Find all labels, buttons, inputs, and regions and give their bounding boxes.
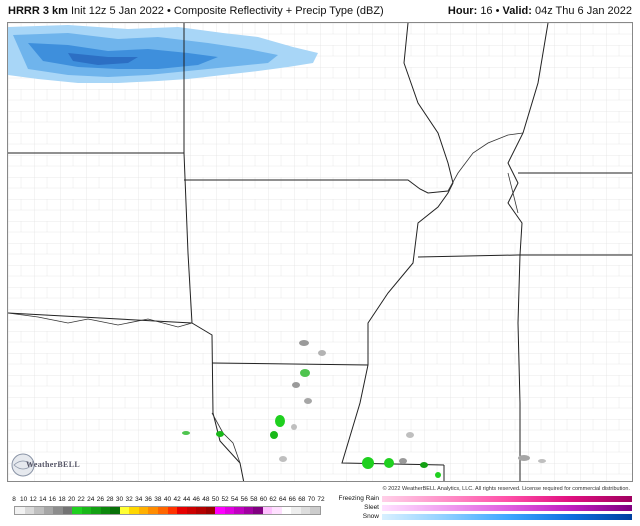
legend-tick: 18 <box>58 496 66 503</box>
map-canvas <box>8 23 632 481</box>
copyright-notice: © 2022 WeatherBELL Analytics, LLC. All r… <box>382 486 630 492</box>
legend-swatch <box>148 507 158 514</box>
legend-swatch <box>53 507 63 514</box>
legend-tick: 16 <box>48 496 56 503</box>
weatherbell-logo: WeatherBELL <box>10 452 80 478</box>
header-bar: HRRR 3 km Init 12z 5 Jan 2022 • Composit… <box>0 0 640 22</box>
legend-swatch <box>281 507 292 514</box>
precip-type-row: Snow <box>330 513 634 521</box>
legend-tick: 64 <box>279 496 287 503</box>
legend-tick: 34 <box>135 496 143 503</box>
legend-tick: 62 <box>269 496 277 503</box>
legend-swatch <box>262 507 273 514</box>
legend-swatch <box>119 507 130 514</box>
legend-swatch <box>91 507 101 514</box>
legend-swatch <box>186 507 197 514</box>
legend-swatch <box>43 507 54 514</box>
legend-swatch <box>72 507 82 514</box>
precip-type-label: Sleet <box>364 504 379 511</box>
legend-tick: 72 <box>317 496 325 503</box>
legend-tick: 54 <box>231 496 239 503</box>
legend-swatch <box>62 507 73 514</box>
precip-type-legend: Freezing Rain Sleet Snow <box>330 495 634 525</box>
precip-type-color-bar <box>382 514 632 520</box>
legend-tick: 38 <box>154 496 162 503</box>
legend-swatch <box>205 507 216 514</box>
legend-swatch <box>110 507 120 514</box>
legend-tick: 24 <box>87 496 95 503</box>
legend-swatch <box>224 507 235 514</box>
legend-tick: 68 <box>298 496 306 503</box>
separator: • <box>495 5 500 17</box>
legend: 8 10 12 14 16 18 20 22 24 26 28 30 32 34 36 38 40 42 44 46 4… <box>0 494 640 526</box>
legend-tick: 48 <box>202 496 210 503</box>
legend-tick: 40 <box>163 496 172 503</box>
legend-tick: 28 <box>106 496 114 503</box>
legend-swatch <box>157 507 168 514</box>
legend-tick: 52 <box>221 496 229 503</box>
model-name: HRRR 3 km <box>8 5 68 17</box>
legend-tick: 8 <box>12 496 16 503</box>
valid-time: 04z Thu 6 Jan 2022 <box>534 5 632 17</box>
legend-swatch <box>310 507 320 514</box>
legend-tick: 32 <box>125 496 133 503</box>
title: HRRR 3 km Init 12z 5 Jan 2022 • Composit… <box>8 5 384 17</box>
county-grid <box>8 23 632 481</box>
legend-tick: 50 <box>211 496 220 503</box>
legend-tick: 66 <box>288 496 296 503</box>
separator: • <box>167 5 171 17</box>
legend-swatch <box>129 507 139 514</box>
legend-swatch <box>291 507 301 514</box>
radar-map[interactable] <box>7 22 633 482</box>
precip-type-row: Sleet <box>330 504 634 512</box>
legend-swatch <box>138 507 149 514</box>
legend-swatch <box>167 507 178 514</box>
legend-tick: 14 <box>39 496 47 503</box>
precip-type-color-bar <box>382 496 632 502</box>
precip-type-label: Snow <box>362 513 379 520</box>
legend-swatch <box>253 507 263 514</box>
legend-tick: 12 <box>29 496 37 503</box>
legend-swatch <box>15 507 25 514</box>
legend-tick: 44 <box>183 496 191 503</box>
forecast-hour: 16 <box>480 5 493 17</box>
legend-swatch <box>196 507 206 514</box>
legend-tick: 20 <box>67 496 76 503</box>
legend-tick: 10 <box>19 496 28 503</box>
legend-swatch <box>234 507 244 514</box>
legend-tick: 56 <box>240 496 248 503</box>
legend-tick: 30 <box>115 496 124 503</box>
legend-swatch <box>243 507 254 514</box>
legend-swatch <box>272 507 282 514</box>
valid-label: Valid: <box>502 5 532 17</box>
legend-swatch <box>24 507 35 514</box>
init-time: Init 12z 5 Jan 2022 <box>70 5 164 17</box>
legend-tick-labels: 8 10 12 14 16 18 20 22 24 26 28 30 32 34 36 38 40 42 44 46 4… <box>8 496 328 506</box>
legend-tick: 70 <box>307 496 316 503</box>
precip-type-label: Freezing Rain <box>338 495 379 502</box>
legend-swatch <box>215 507 225 514</box>
map-frame: HRRR 3 km Init 12z 5 Jan 2022 • Composit… <box>0 0 640 526</box>
reflectivity-color-bar <box>14 506 321 515</box>
logo-text: WeatherBELL <box>26 460 80 469</box>
legend-tick: 36 <box>144 496 152 503</box>
legend-tick: 60 <box>259 496 268 503</box>
product-name: Composite Reflectivity + Precip Type (dB… <box>173 5 384 17</box>
legend-swatch <box>34 507 44 514</box>
legend-tick: 22 <box>77 496 85 503</box>
legend-swatch <box>81 507 92 514</box>
precip-type-color-bar <box>382 505 632 511</box>
legend-tick: 42 <box>173 496 181 503</box>
legend-swatch <box>300 507 311 514</box>
valid-time-info: Hour: 16 • Valid: 04z Thu 6 Jan 2022 <box>448 5 632 17</box>
legend-tick: 46 <box>192 496 200 503</box>
legend-tick: 26 <box>96 496 104 503</box>
precip-type-row: Freezing Rain <box>330 495 634 503</box>
legend-swatch <box>177 507 187 514</box>
legend-swatch <box>100 507 111 514</box>
legend-tick: 58 <box>250 496 258 503</box>
hour-label: Hour: <box>447 5 478 17</box>
